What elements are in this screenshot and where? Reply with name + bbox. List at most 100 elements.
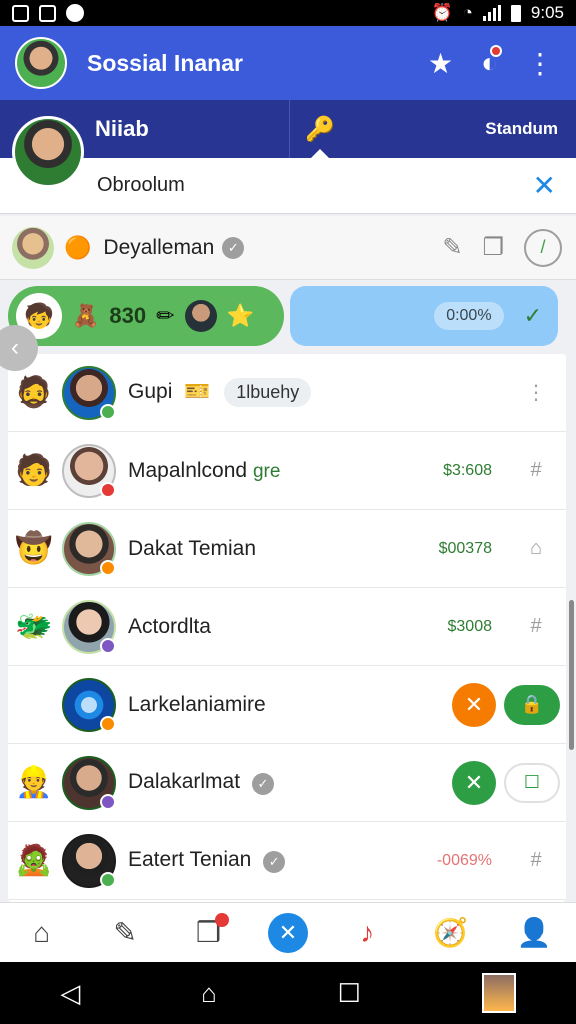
list-item[interactable]: 🤠 Dakat Temian $00378 ⌂ bbox=[8, 510, 566, 588]
close-icon[interactable]: ✕ bbox=[533, 169, 556, 202]
ticket-icon: 🎫 bbox=[184, 380, 211, 403]
list-item[interactable]: 🧔 Gupi 🎫 1lbuehy ⋮ bbox=[8, 354, 566, 432]
avatar bbox=[62, 365, 116, 420]
star-icon: ⭐ bbox=[226, 303, 254, 328]
profile-avatar[interactable] bbox=[12, 116, 84, 188]
messenger-icon[interactable]: ◐ bbox=[481, 45, 502, 79]
signal-icon bbox=[482, 5, 501, 21]
decline-button[interactable]: ✕ bbox=[452, 682, 496, 727]
more-vert-icon[interactable]: ⋮ bbox=[514, 380, 558, 405]
game-character-icon: 🧔 bbox=[15, 376, 53, 409]
standings-tab[interactable]: Standum bbox=[350, 100, 576, 158]
back-icon[interactable]: ◁ bbox=[60, 978, 80, 1009]
app-bar: Sossial Inanar ★ ◐ ⋮ bbox=[0, 26, 576, 100]
list-item[interactable]: 🐲 Actordlta $3008 # bbox=[8, 588, 566, 666]
user-avatar[interactable] bbox=[12, 226, 54, 269]
recents-icon[interactable]: ☐ bbox=[338, 978, 361, 1009]
list-item-label: Gupi 🎫 1lbuehy bbox=[128, 378, 514, 407]
accept-button[interactable]: ✕ bbox=[452, 760, 496, 805]
avatar[interactable] bbox=[15, 37, 67, 89]
verified-icon: ✓ bbox=[251, 773, 274, 795]
status-time: 9:05 bbox=[530, 3, 564, 22]
list-item[interactable]: Larkelaniamire ✕ 🔒 bbox=[8, 666, 566, 744]
pencil-icon: ✏ bbox=[156, 303, 175, 328]
list-item-name: Dakat Temian bbox=[128, 536, 257, 560]
avatar bbox=[62, 755, 116, 810]
verified-icon: ✓ bbox=[263, 851, 286, 873]
status-right-icons: ⏰ ◔ 9:05 bbox=[431, 3, 564, 23]
status-badge bbox=[100, 481, 116, 498]
wifi-icon: ◔ bbox=[462, 3, 473, 22]
person-icon[interactable]: 👤 bbox=[510, 909, 558, 957]
avatar bbox=[62, 443, 116, 498]
home-icon[interactable]: ⌂ bbox=[18, 909, 66, 957]
notification-icon bbox=[12, 4, 29, 22]
pencil-icon[interactable]: ✎ bbox=[101, 909, 149, 957]
hash-icon[interactable]: # bbox=[514, 459, 558, 482]
gingerbread-icon: 🧸 bbox=[72, 303, 100, 328]
coin-icon: 🟠 bbox=[64, 234, 92, 260]
avatar bbox=[62, 599, 116, 654]
key-icon: 🔑 bbox=[305, 115, 335, 143]
list-item-amount: $3:608 bbox=[443, 461, 492, 479]
alarm-icon: ⏰ bbox=[431, 3, 453, 22]
home-icon[interactable]: ⌂ bbox=[514, 537, 558, 560]
list-item-label: Mapalnlcond gre bbox=[128, 459, 422, 483]
home-icon[interactable]: ⌂ bbox=[201, 978, 217, 1009]
square-button[interactable]: ☐ bbox=[504, 762, 560, 803]
list-item-label: Dakat Temian bbox=[128, 537, 422, 561]
profile-band: Niiab 🔑 Standum bbox=[0, 100, 576, 159]
stats-pills: 🧒 🧸 830 ✏ ⭐ 0:00% ✓ bbox=[0, 284, 576, 350]
status-bar: ⏰ ◔ 9:05 bbox=[0, 0, 576, 26]
search-row[interactable]: Obroolum ✕ bbox=[0, 158, 576, 214]
battery-icon bbox=[510, 4, 521, 22]
close-center-button[interactable]: ✕ bbox=[267, 912, 308, 953]
list-item[interactable]: 🧑 Mapalnlcond gre $3:608 # bbox=[8, 432, 566, 510]
copy-icon[interactable]: ❐ bbox=[482, 233, 504, 262]
search-input[interactable]: Obroolum bbox=[97, 174, 533, 197]
friend-list: 🧔 Gupi 🎫 1lbuehy ⋮ 🧑 Mapalnlcond gre $3:… bbox=[8, 354, 566, 902]
online-badge bbox=[100, 403, 116, 420]
list-item[interactable]: 🧟 Eatert Tenian ✓ -0069% # bbox=[8, 822, 566, 900]
more-vert-icon[interactable]: ⋮ bbox=[526, 47, 554, 80]
list-item[interactable]: 👷 Dalakarlmat ✓ ✕ ☐ bbox=[8, 744, 566, 822]
app-thumbnail[interactable] bbox=[481, 973, 516, 1013]
app-bar-actions: ★ ◐ ⋮ bbox=[428, 45, 554, 80]
list-item-label: Eatert Tenian ✓ bbox=[128, 848, 422, 873]
friend-avatar bbox=[184, 300, 217, 332]
status-badge bbox=[100, 715, 116, 732]
list-item-name: Dalakarlmat bbox=[128, 770, 241, 793]
status-badge bbox=[100, 559, 116, 576]
edit-round-button[interactable]: / bbox=[524, 228, 562, 267]
photo-icon bbox=[39, 4, 56, 22]
check-icon[interactable]: ✓ bbox=[524, 303, 542, 329]
profile-name: Niiab bbox=[95, 116, 149, 141]
game-character-icon: 👷 bbox=[15, 766, 53, 799]
explorer-icon[interactable]: 🧭 bbox=[427, 909, 475, 957]
scrollbar[interactable] bbox=[569, 600, 574, 750]
app-title: Sossial Inanar bbox=[87, 49, 243, 76]
list-item-label: Larkelaniamire bbox=[128, 693, 452, 717]
hash-icon[interactable]: # bbox=[514, 615, 558, 638]
standings-label: Standum bbox=[485, 119, 558, 138]
list-item-suffix: gre bbox=[252, 460, 281, 482]
guitar-icon[interactable]: ♪ bbox=[343, 909, 391, 957]
pencil-icon[interactable]: ✎ bbox=[442, 233, 462, 262]
bottom-nav: ⌂ ✎ ❒ ✕ ♪ 🧭 👤 bbox=[0, 902, 576, 962]
score-pill[interactable]: 🧒 🧸 830 ✏ ⭐ bbox=[8, 286, 284, 346]
list-item-label: Dalakarlmat ✓ bbox=[128, 770, 452, 795]
current-user-row[interactable]: 🟠 Deyalleman ✓ ✎ ❐ / bbox=[0, 216, 576, 280]
online-badge bbox=[100, 871, 116, 888]
star-icon[interactable]: ★ bbox=[428, 47, 453, 80]
tab-key[interactable]: 🔑 bbox=[290, 100, 350, 159]
lock-button[interactable]: 🔒 bbox=[504, 684, 560, 725]
list-item-amount: -0069% bbox=[436, 851, 492, 869]
progress-pill[interactable]: 0:00% ✓ bbox=[290, 286, 558, 346]
game-character-icon: 🧟 bbox=[15, 844, 53, 877]
user-name: Deyalleman bbox=[103, 235, 215, 259]
bag-icon[interactable]: ❒ bbox=[185, 909, 233, 957]
app-notification-icon bbox=[66, 4, 84, 22]
game-character-icon: 🧑 bbox=[15, 454, 53, 487]
hash-icon[interactable]: # bbox=[514, 849, 558, 872]
list-item-amount: $3008 bbox=[447, 617, 493, 635]
